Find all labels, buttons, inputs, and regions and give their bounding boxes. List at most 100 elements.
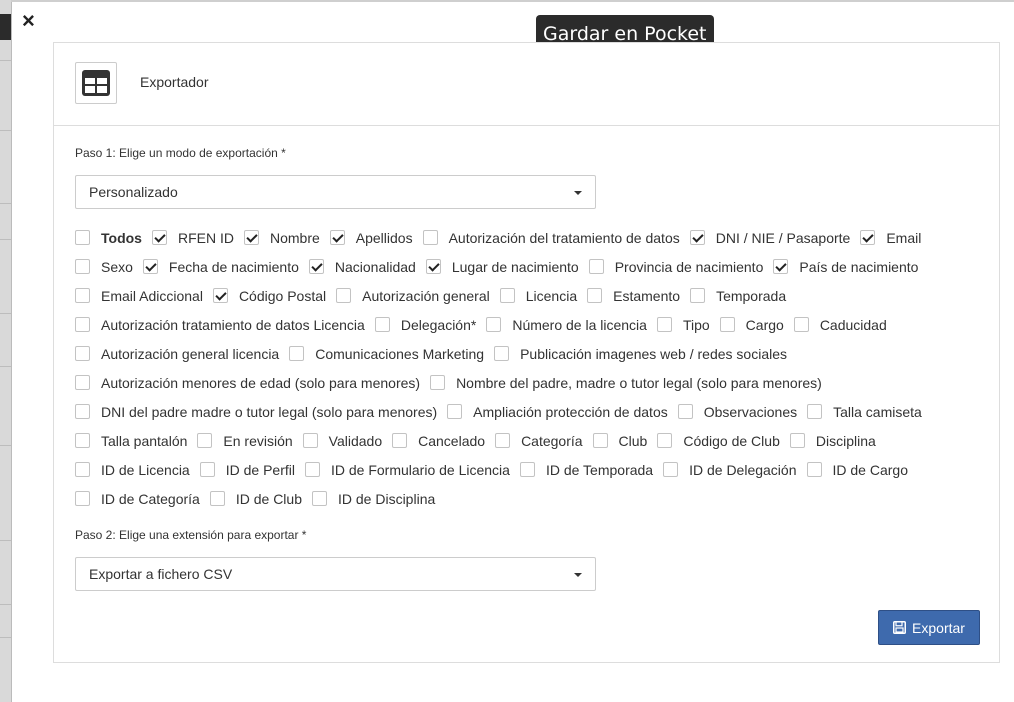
checkbox-checked[interactable] (860, 230, 876, 245)
checkbox-unchecked[interactable] (656, 317, 672, 332)
checkbox-unchecked[interactable] (495, 433, 511, 448)
field-checkbox[interactable]: Tipo (656, 317, 710, 333)
field-checkbox[interactable]: Estamento (587, 288, 680, 304)
checkbox-unchecked[interactable] (336, 288, 352, 303)
field-checkbox[interactable]: Talla pantalón (75, 433, 187, 449)
field-checkbox[interactable]: Autorización general licencia (75, 346, 279, 362)
checkbox-unchecked[interactable] (209, 491, 225, 506)
checkbox-checked[interactable] (243, 230, 259, 245)
field-checkbox[interactable]: Cargo (719, 317, 784, 333)
field-checkbox[interactable]: ID de Perfil (199, 462, 295, 478)
checkbox-unchecked[interactable] (75, 346, 90, 361)
checkbox-unchecked[interactable] (430, 375, 446, 390)
checkbox-unchecked[interactable] (75, 288, 90, 303)
field-checkbox[interactable]: Autorización menores de edad (solo para … (75, 375, 420, 391)
field-checkbox[interactable]: ID de Club (209, 491, 302, 507)
checkbox-unchecked[interactable] (392, 433, 408, 448)
export-mode-select[interactable]: Personalizado (75, 175, 596, 209)
field-checkbox[interactable]: ID de Cargo (806, 462, 908, 478)
field-checkbox[interactable]: Nacionalidad (308, 259, 416, 275)
field-checkbox[interactable]: Código de Club (657, 433, 780, 449)
checkbox-unchecked[interactable] (304, 462, 320, 477)
checkbox-checked[interactable] (142, 259, 158, 274)
checkbox-unchecked[interactable] (422, 230, 438, 245)
field-checkbox[interactable]: Talla camiseta (807, 404, 922, 420)
checkbox-unchecked[interactable] (75, 230, 90, 245)
field-checkbox[interactable]: País de nacimiento (773, 259, 918, 275)
checkbox-unchecked[interactable] (789, 433, 805, 448)
checkbox-unchecked[interactable] (75, 462, 90, 477)
field-checkbox[interactable]: En revisión (197, 433, 293, 449)
checkbox-unchecked[interactable] (447, 404, 463, 419)
field-checkbox[interactable]: Lugar de nacimiento (425, 259, 579, 275)
field-checkbox[interactable]: Observaciones (677, 404, 797, 420)
field-checkbox[interactable]: Sexo (75, 259, 133, 275)
field-checkbox[interactable]: Validado (302, 433, 382, 449)
checkbox-checked[interactable] (308, 259, 324, 274)
checkbox-unchecked[interactable] (199, 462, 215, 477)
checkbox-unchecked[interactable] (499, 288, 515, 303)
checkbox-unchecked[interactable] (719, 317, 735, 332)
checkbox-unchecked[interactable] (592, 433, 608, 448)
checkbox-checked[interactable] (151, 230, 167, 245)
checkbox-checked[interactable] (689, 230, 705, 245)
field-checkbox[interactable]: ID de Disciplina (312, 491, 435, 507)
field-checkbox[interactable]: Nombre (243, 230, 320, 246)
field-checkbox[interactable]: ID de Delegación (663, 462, 797, 478)
field-checkbox[interactable]: Fecha de nacimiento (142, 259, 299, 275)
checkbox-unchecked[interactable] (663, 462, 679, 477)
field-checkbox[interactable]: ID de Formulario de Licencia (304, 462, 510, 478)
checkbox-unchecked[interactable] (587, 288, 603, 303)
checkbox-unchecked[interactable] (690, 288, 706, 303)
field-checkbox[interactable]: Apellidos (329, 230, 413, 246)
field-checkbox[interactable]: Delegación* (374, 317, 476, 333)
checkbox-unchecked[interactable] (657, 433, 673, 448)
field-checkbox[interactable]: Publicación imagenes web / redes sociale… (494, 346, 787, 362)
checkbox-unchecked[interactable] (793, 317, 809, 332)
field-checkbox[interactable]: ID de Licencia (75, 462, 190, 478)
export-extension-select[interactable]: Exportar a fichero CSV (75, 557, 596, 591)
field-checkbox[interactable]: Club (592, 433, 647, 449)
export-button[interactable]: Exportar (878, 610, 980, 645)
checkbox-unchecked[interactable] (588, 259, 604, 274)
field-checkbox[interactable]: Código Postal (212, 288, 326, 304)
checkbox-unchecked[interactable] (519, 462, 535, 477)
field-checkbox[interactable]: Todos (75, 230, 142, 246)
field-checkbox[interactable]: DNI del padre madre o tutor legal (solo … (75, 404, 437, 420)
checkbox-unchecked[interactable] (312, 491, 327, 506)
field-checkbox[interactable]: Temporada (690, 288, 786, 304)
checkbox-checked[interactable] (329, 230, 345, 245)
field-checkbox[interactable]: Cancelado (392, 433, 485, 449)
field-checkbox[interactable]: Licencia (499, 288, 577, 304)
checkbox-unchecked[interactable] (289, 346, 305, 361)
checkbox-unchecked[interactable] (302, 433, 318, 448)
checkbox-checked[interactable] (773, 259, 789, 274)
checkbox-unchecked[interactable] (806, 462, 822, 477)
checkbox-checked[interactable] (212, 288, 228, 303)
checkbox-unchecked[interactable] (75, 317, 90, 332)
checkbox-unchecked[interactable] (75, 491, 90, 506)
checkbox-checked[interactable] (425, 259, 441, 274)
field-checkbox[interactable]: ID de Temporada (519, 462, 653, 478)
field-checkbox[interactable]: Autorización del tratamiento de datos (422, 230, 680, 246)
field-checkbox[interactable]: Ampliación protección de datos (447, 404, 668, 420)
close-button[interactable]: × (22, 9, 42, 33)
checkbox-unchecked[interactable] (807, 404, 823, 419)
checkbox-unchecked[interactable] (494, 346, 510, 361)
field-checkbox[interactable]: Número de la licencia (486, 317, 647, 333)
field-checkbox[interactable]: Caducidad (793, 317, 887, 333)
checkbox-unchecked[interactable] (75, 404, 90, 419)
field-checkbox[interactable]: Autorización tratamiento de datos Licenc… (75, 317, 365, 333)
checkbox-unchecked[interactable] (75, 433, 90, 448)
field-checkbox[interactable]: Comunicaciones Marketing (289, 346, 484, 362)
field-checkbox[interactable]: Categoría (495, 433, 583, 449)
checkbox-unchecked[interactable] (374, 317, 390, 332)
field-checkbox[interactable]: Email (860, 230, 921, 246)
checkbox-unchecked[interactable] (75, 375, 90, 390)
field-checkbox[interactable]: DNI / NIE / Pasaporte (689, 230, 850, 246)
field-checkbox[interactable]: RFEN ID (151, 230, 234, 246)
checkbox-unchecked[interactable] (75, 259, 90, 274)
checkbox-unchecked[interactable] (677, 404, 693, 419)
field-checkbox[interactable]: Email Adiccional (75, 288, 203, 304)
field-checkbox[interactable]: ID de Categoría (75, 491, 200, 507)
